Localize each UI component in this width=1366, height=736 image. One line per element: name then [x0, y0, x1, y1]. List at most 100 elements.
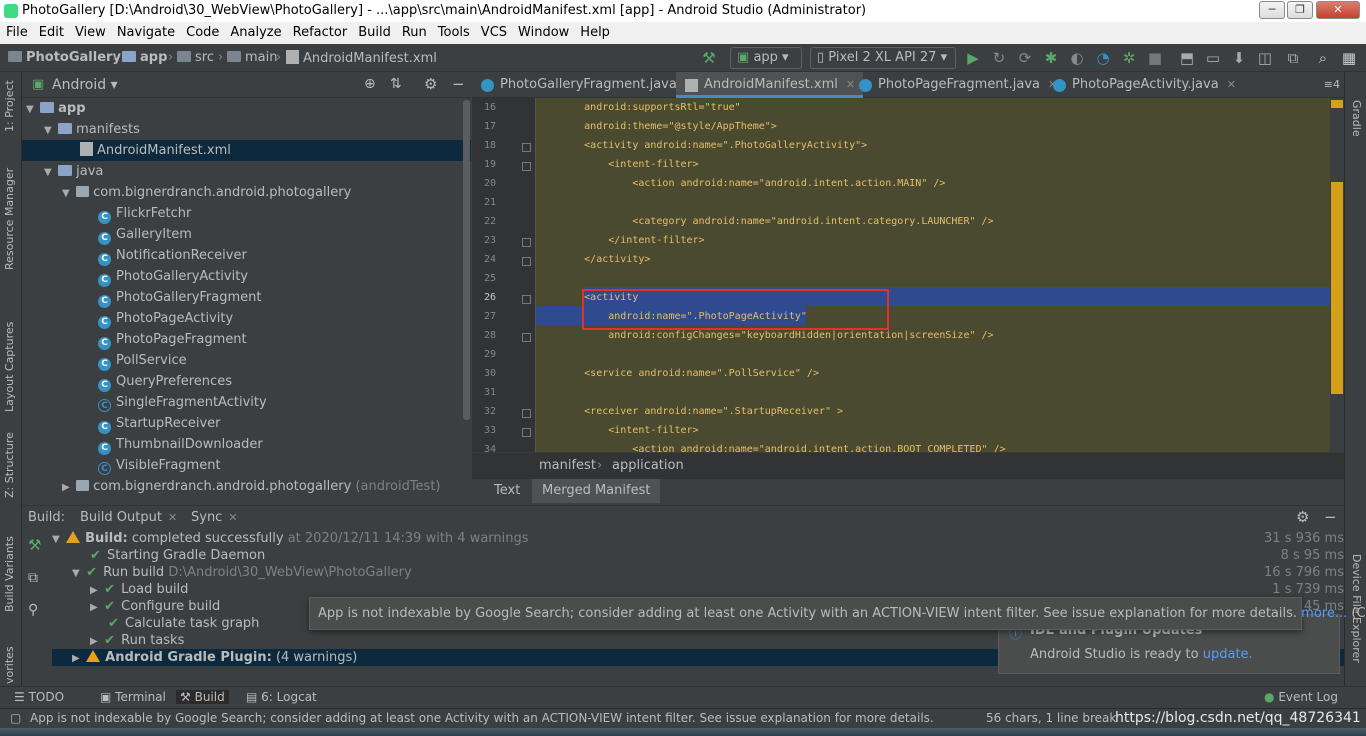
hammer-icon[interactable]: ⚒ — [700, 49, 718, 67]
hide-panel-icon[interactable]: − — [452, 75, 465, 93]
tree-item-class[interactable]: C PhotoGalleryActivity — [22, 266, 471, 287]
selection-info[interactable]: 56 chars, 1 line break — [986, 711, 1116, 725]
attach-debugger-icon[interactable]: ✲ — [1120, 49, 1138, 67]
run-icon[interactable]: ▶ — [964, 49, 982, 67]
resource-manager-tab[interactable]: Resource Manager — [3, 168, 16, 270]
tab-androidmanifest[interactable]: AndroidManifest.xml ✕ — [676, 72, 864, 98]
restore-layout-icon[interactable]: ⧉ — [28, 570, 38, 586]
tree-item-class[interactable]: C GalleryItem — [22, 224, 471, 245]
device-dropdown[interactable]: ▯ Pixel 2 XL API 27 ▾ — [810, 47, 956, 69]
project-view-dropdown[interactable]: Android ▾ — [52, 77, 118, 93]
search-icon[interactable]: ⌕ — [1314, 49, 1332, 67]
sdk-manager-icon[interactable]: ⬇ — [1230, 49, 1248, 67]
favorites-tab[interactable]: vorites — [3, 646, 16, 684]
tree-item-package[interactable]: ▼ com.bignerdranch.android.photogallery — [22, 182, 471, 203]
breadcrumb-manifest[interactable]: manifest — [539, 458, 596, 473]
gear-icon[interactable]: ⚙ — [424, 75, 437, 93]
nav-project[interactable]: PhotoGallery — [8, 50, 121, 65]
menu-navigate[interactable]: Navigate — [111, 22, 180, 40]
tree-item-class[interactable]: C FlickrFetchr — [22, 203, 471, 224]
fold-marker-icon[interactable] — [522, 238, 531, 247]
tab-photopagefragment[interactable]: PhotoPageFragment.java✕ — [850, 72, 1065, 98]
fold-marker-icon[interactable] — [522, 295, 531, 304]
menu-build[interactable]: Build — [352, 22, 396, 40]
build-row[interactable]: ▼ ✔ Run build D:\Android\30_WebView\Photo… — [72, 564, 1344, 581]
menu-view[interactable]: View — [69, 22, 111, 40]
stop-icon[interactable]: ■ — [1146, 49, 1164, 67]
tab-todo[interactable]: ☰ TODO — [14, 690, 64, 704]
menu-tools[interactable]: Tools — [432, 22, 475, 40]
avd-manager-icon[interactable]: ▭ — [1204, 49, 1222, 67]
tree-item-app[interactable]: ▼ app — [22, 98, 471, 119]
build-row-summary[interactable]: ▼ Build: completed successfully at 2020/… — [52, 530, 1344, 547]
restore-button[interactable]: ❐ — [1287, 1, 1313, 19]
coverage-icon[interactable]: ◐ — [1068, 49, 1086, 67]
fold-marker-icon[interactable] — [522, 333, 531, 342]
layout-inspector-icon[interactable]: ◫ — [1256, 49, 1274, 67]
tree-item-androidmanifest[interactable]: AndroidManifest.xml — [22, 140, 471, 161]
tree-item-package-test[interactable]: ▶ com.bignerdranch.android.photogallery … — [22, 476, 471, 497]
build-row[interactable]: ✔ Starting Gradle Daemon 8 s 95 ms — [90, 547, 1344, 564]
nav-module[interactable]: app — [122, 50, 167, 65]
tree-item-class[interactable]: C ThumbnailDownloader — [22, 434, 471, 455]
device-manager-icon[interactable]: ⧉ — [1284, 49, 1302, 67]
close-tab-icon[interactable]: ✕ — [168, 511, 177, 524]
scroll-thumb[interactable] — [1331, 182, 1343, 394]
layout-captures-tab[interactable]: Layout Captures — [3, 322, 16, 412]
run-config-dropdown[interactable]: ▣ app ▾ — [730, 47, 802, 69]
minimize-button[interactable]: ─ — [1259, 1, 1285, 19]
project-tool-tab[interactable]: 1: Project — [3, 80, 16, 132]
tree-item-class[interactable]: C PhotoPageActivity — [22, 308, 471, 329]
tree-item-class[interactable]: C NotificationReceiver — [22, 245, 471, 266]
close-tab-icon[interactable]: ✕ — [228, 511, 237, 524]
menu-analyze[interactable]: Analyze — [224, 22, 286, 40]
tree-item-class[interactable]: C PhotoPageFragment — [22, 329, 471, 350]
close-button[interactable]: ✕ — [1316, 1, 1360, 19]
menu-file[interactable]: File — [0, 22, 33, 40]
menu-edit[interactable]: Edit — [33, 22, 69, 40]
fold-marker-icon[interactable] — [522, 409, 531, 418]
debug-icon[interactable]: ✱ — [1042, 49, 1060, 67]
project-structure-icon[interactable]: ▦ — [1340, 49, 1358, 67]
nav-file[interactable]: AndroidManifest.xml — [286, 50, 437, 66]
build-row[interactable]: ▶ ✔ Load build 1 s 739 ms — [90, 581, 1344, 598]
tree-item-class[interactable]: C VisibleFragment — [22, 455, 471, 476]
tree-item-class[interactable]: C PhotoGalleryFragment — [22, 287, 471, 308]
fold-marker-icon[interactable] — [522, 162, 531, 171]
apply-changes-icon[interactable]: ↻ — [990, 49, 1008, 67]
hide-panel-icon[interactable]: − — [1324, 508, 1337, 526]
nav-main[interactable]: main — [227, 50, 277, 65]
tree-item-class[interactable]: C SingleFragmentActivity — [22, 392, 471, 413]
collapse-all-icon[interactable]: ⇅ — [390, 76, 402, 92]
tab-list-button[interactable]: ≡4 — [1324, 78, 1340, 91]
build-variants-tab[interactable]: Build Variants — [3, 536, 16, 612]
code-view[interactable]: android:supportsRtl="true" android:theme… — [536, 98, 1330, 452]
tree-item-class[interactable]: C PollService — [22, 350, 471, 371]
locate-icon[interactable]: ⊕ — [364, 76, 376, 92]
tab-photogalleryfragment[interactable]: PhotoGalleryFragment.java✕ — [472, 72, 702, 98]
tab-build-output[interactable]: Build Output ✕ — [80, 510, 177, 525]
tab-merged-manifest[interactable]: Merged Manifest — [532, 479, 661, 503]
tab-build[interactable]: ⚒ Build — [176, 690, 229, 704]
menu-help[interactable]: Help — [574, 22, 615, 40]
editor-scrollbar[interactable] — [1330, 98, 1344, 452]
menu-window[interactable]: Window — [512, 22, 574, 40]
update-link[interactable]: update. — [1203, 647, 1253, 662]
tab-sync[interactable]: Sync ✕ — [191, 510, 238, 525]
tree-item-class[interactable]: C StartupReceiver — [22, 413, 471, 434]
fold-marker-icon[interactable] — [522, 428, 531, 437]
restart-activity-icon[interactable]: ⟳ — [1016, 49, 1034, 67]
gear-icon[interactable]: ⚙ — [1296, 508, 1309, 526]
tab-logcat[interactable]: ▤ 6: Logcat — [246, 690, 317, 704]
sync-project-icon[interactable]: ⬒ — [1178, 49, 1196, 67]
tab-photopageactivity[interactable]: PhotoPageActivity.java ✕ — [1044, 72, 1244, 98]
fold-marker-icon[interactable] — [522, 143, 531, 152]
menu-code[interactable]: Code — [180, 22, 224, 40]
breadcrumb-application[interactable]: application — [612, 458, 684, 473]
menu-run[interactable]: Run — [396, 22, 432, 40]
tree-item-manifests[interactable]: ▼ manifests — [22, 119, 471, 140]
gradle-tab[interactable]: Gradle — [1350, 100, 1363, 137]
fold-marker-icon[interactable] — [522, 257, 531, 266]
tab-terminal[interactable]: ▣ Terminal — [100, 690, 166, 704]
hammer-icon[interactable]: ⚒ — [28, 536, 41, 554]
